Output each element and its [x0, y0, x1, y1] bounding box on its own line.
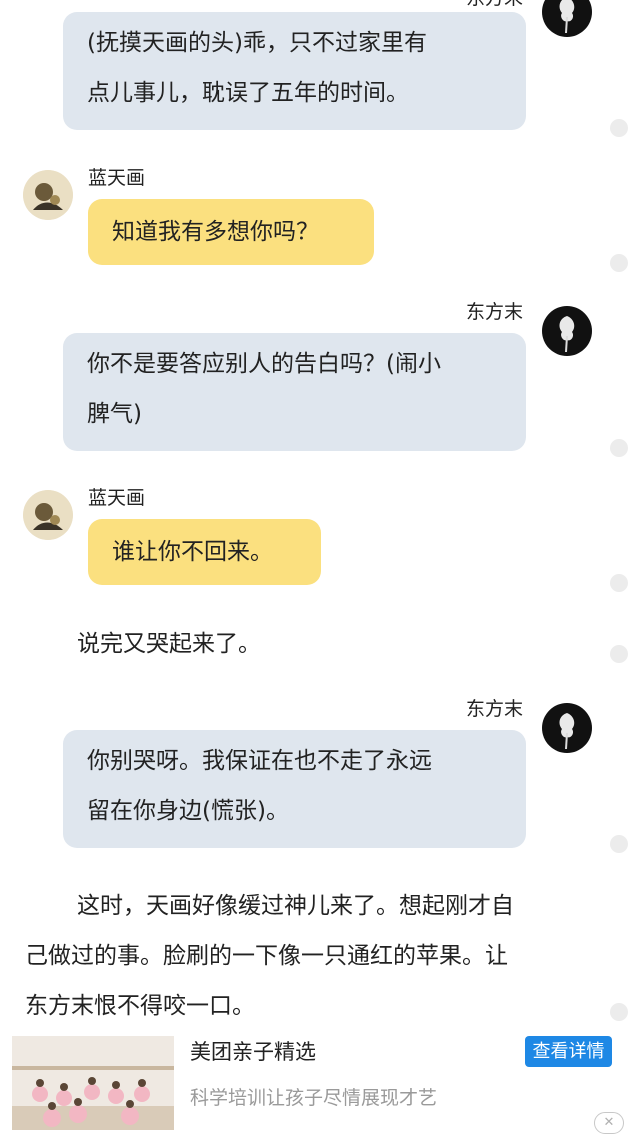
- portrait-avatar-icon: [23, 490, 73, 540]
- message-line: 你不是要答应别人的告白吗？(闹小: [87, 351, 441, 377]
- avatar[interactable]: [542, 703, 592, 753]
- message-bubble[interactable]: 你不是要答应别人的告白吗？(闹小 脾气): [63, 333, 526, 451]
- flower-avatar-icon: [559, 713, 575, 750]
- speaker-name: 东方末: [466, 0, 523, 10]
- message-bubble[interactable]: 知道我有多想你吗？: [88, 199, 374, 265]
- speaker-name: 蓝天画: [88, 487, 146, 509]
- flower-avatar-icon: [559, 316, 575, 353]
- message-line: 谁让你不回来。: [112, 539, 273, 565]
- avatar[interactable]: [23, 490, 73, 540]
- speaker-name: 东方末: [466, 698, 524, 720]
- message-line: 知道我有多想你吗？: [112, 219, 319, 245]
- message-bubble[interactable]: 你别哭呀。我保证在也不走了永远 留在你身边(慌张)。: [63, 730, 526, 848]
- avatar[interactable]: [542, 306, 592, 356]
- message-bubble[interactable]: (抚摸天画的头)乖，只不过家里有 点儿事儿，耽误了五年的时间。: [63, 12, 526, 130]
- side-dot[interactable]: [610, 254, 628, 272]
- side-dot[interactable]: [610, 119, 628, 137]
- side-dot[interactable]: [610, 645, 628, 663]
- message-line: (抚摸天画的头)乖，只不过家里有: [87, 30, 427, 56]
- side-dot[interactable]: [610, 1003, 628, 1021]
- speaker-name: 东方末: [466, 301, 524, 323]
- message-line: 点儿事儿，耽误了五年的时间。: [87, 80, 409, 106]
- side-dot[interactable]: [610, 439, 628, 457]
- avatar[interactable]: [23, 170, 73, 220]
- ad-subtitle[interactable]: 科学培训让孩子尽情展现才艺: [190, 1083, 437, 1113]
- avatar[interactable]: [542, 0, 592, 37]
- ad-title[interactable]: 美团亲子精选: [190, 1037, 316, 1067]
- view-details-button[interactable]: 查看详情: [525, 1036, 612, 1067]
- flower-avatar-icon: [559, 0, 575, 34]
- message-bubble[interactable]: 谁让你不回来。: [88, 519, 321, 585]
- ad-thumbnail[interactable]: [12, 1036, 174, 1130]
- speaker-name: 蓝天画: [88, 167, 146, 189]
- ballet-class-image-icon: [12, 1036, 174, 1130]
- portrait-avatar-icon: [23, 170, 73, 220]
- message-line: 你别哭呀。我保证在也不走了永远: [87, 748, 432, 774]
- close-ad-icon[interactable]: ✕: [594, 1112, 624, 1134]
- narration-paragraph-line: 东方末恨不得咬一口。: [25, 993, 255, 1019]
- side-dot[interactable]: [610, 574, 628, 592]
- message-line: 脾气): [87, 401, 142, 427]
- narration-line: 说完又哭起来了。: [77, 631, 261, 657]
- narration-paragraph-line: 这时，天画好像缓过神儿来了。想起刚才自: [77, 893, 514, 919]
- side-dot[interactable]: [610, 835, 628, 853]
- message-line: 留在你身边(慌张)。: [87, 798, 289, 824]
- narration-paragraph-line: 己做过的事。脸刷的一下像一只通红的苹果。让: [25, 943, 508, 969]
